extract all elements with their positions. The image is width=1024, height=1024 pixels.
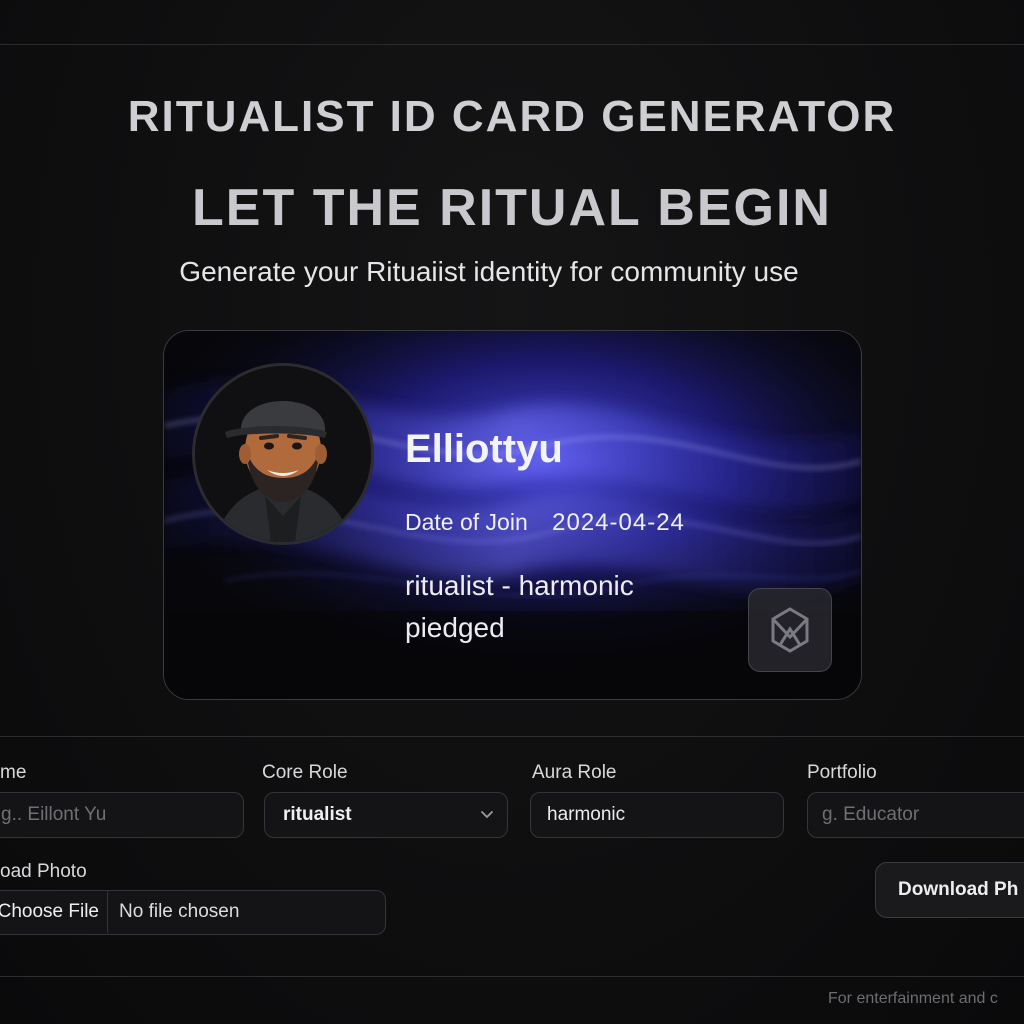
user-avatar-illustration [195,366,371,542]
id-card-preview: Elliottyu Date of Join 2024-04-24 ritual… [163,330,862,700]
file-status-text: No file chosen [119,901,240,922]
chevron-down-icon [481,811,493,819]
name-input-placeholder: g.. Eillont Yu [1,804,107,825]
download-photo-button[interactable]: Download Ph [875,862,1024,918]
aura-role-label: Aura Role [532,762,617,783]
card-role-text: ritualist - harmonic piedged [405,565,634,649]
avatar [192,363,374,545]
choose-file-button[interactable]: Choose File [0,891,108,933]
join-date-label: Date of Join [405,509,528,535]
card-display-name: Elliottyu [405,427,563,471]
card-role-line-1: ritualist - harmonic [405,570,634,601]
portfolio-input[interactable]: g. Educator [807,792,1024,838]
footer-divider [0,976,1024,977]
aura-role-input[interactable]: harmonic [530,792,784,838]
card-role-line-2: piedged [405,612,505,643]
core-role-select[interactable]: ritualist [264,792,508,838]
photo-file-input[interactable]: Choose File No file chosen [0,890,386,935]
portfolio-label: Portfolio [807,762,877,783]
aura-role-value: harmonic [547,804,626,825]
upload-photo-label: oad Photo [0,861,87,882]
join-date-row: Date of Join 2024-04-24 [405,509,685,537]
name-input[interactable]: g.. Eillont Yu [0,792,244,838]
core-role-label: Core Role [262,762,348,783]
section-divider [0,736,1024,737]
footer-disclaimer: For enterfainment and c [828,990,998,1007]
portfolio-placeholder: g. Educator [822,804,920,825]
page: RITUALIST ID CARD GENERATOR LET THE RITU… [0,0,1024,1024]
app-title: RITUALIST ID CARD GENERATOR [127,92,897,141]
headline: LET THE RITUAL BEGIN [192,179,832,237]
name-field-label: me [0,762,27,783]
subtitle: Generate your Rituaiist identity for com… [179,256,799,287]
logo-badge [748,588,832,672]
ritual-logo-icon [771,607,809,653]
join-date-value: 2024-04-24 [552,509,685,536]
top-divider [0,44,1024,45]
core-role-selected-value: ritualist [283,804,352,825]
